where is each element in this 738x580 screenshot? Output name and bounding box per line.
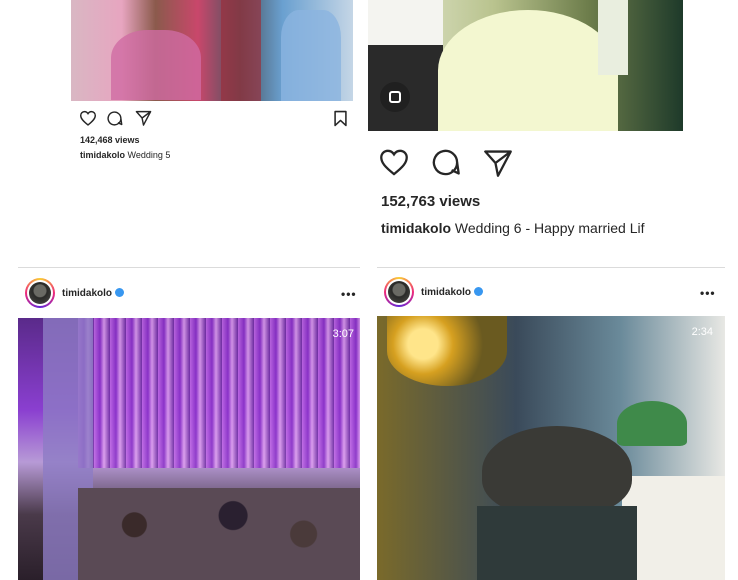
post2-caption: timidakolo Wedding 6 - Happy married Lif (381, 220, 685, 236)
post1-views: 142,468 views (80, 135, 140, 145)
heart-icon[interactable] (79, 110, 97, 126)
bookmark-icon[interactable] (333, 110, 348, 127)
post1-image[interactable] (71, 0, 353, 101)
divider (377, 267, 725, 268)
post1-caption-text: Wedding 5 (127, 150, 171, 160)
post3-username[interactable]: timidakolo (62, 288, 112, 299)
post2-caption-text: Wedding 6 - Happy married Lif (454, 220, 645, 236)
post2-views: 152,763 views (381, 193, 481, 210)
post2-image[interactable] (368, 0, 683, 131)
heart-icon[interactable] (378, 148, 410, 176)
avatar[interactable] (25, 278, 55, 308)
post4-video[interactable]: 2:34 (377, 316, 725, 580)
more-options-icon[interactable]: ••• (341, 287, 357, 301)
post3-header: timidakolo (62, 287, 125, 299)
verified-icon (474, 286, 484, 296)
share-icon[interactable] (482, 149, 514, 177)
post4-header: timidakolo (421, 286, 484, 298)
post4-username[interactable]: timidakolo (421, 287, 471, 298)
video-duration: 3:07 (332, 328, 354, 340)
share-icon[interactable] (135, 110, 152, 126)
post3-video[interactable]: 3:07 (18, 318, 360, 580)
video-duration: 2:34 (691, 326, 713, 338)
divider (18, 267, 360, 268)
more-options-icon[interactable]: ••• (700, 286, 716, 300)
comment-icon[interactable] (430, 147, 461, 178)
comment-icon[interactable] (106, 110, 123, 127)
reels-icon (380, 82, 410, 112)
avatar[interactable] (384, 277, 414, 307)
post2-username[interactable]: timidakolo (381, 220, 451, 236)
verified-icon (115, 287, 125, 297)
post1-caption: timidakolo Wedding 5 (80, 150, 170, 160)
post1-username[interactable]: timidakolo (80, 150, 125, 160)
